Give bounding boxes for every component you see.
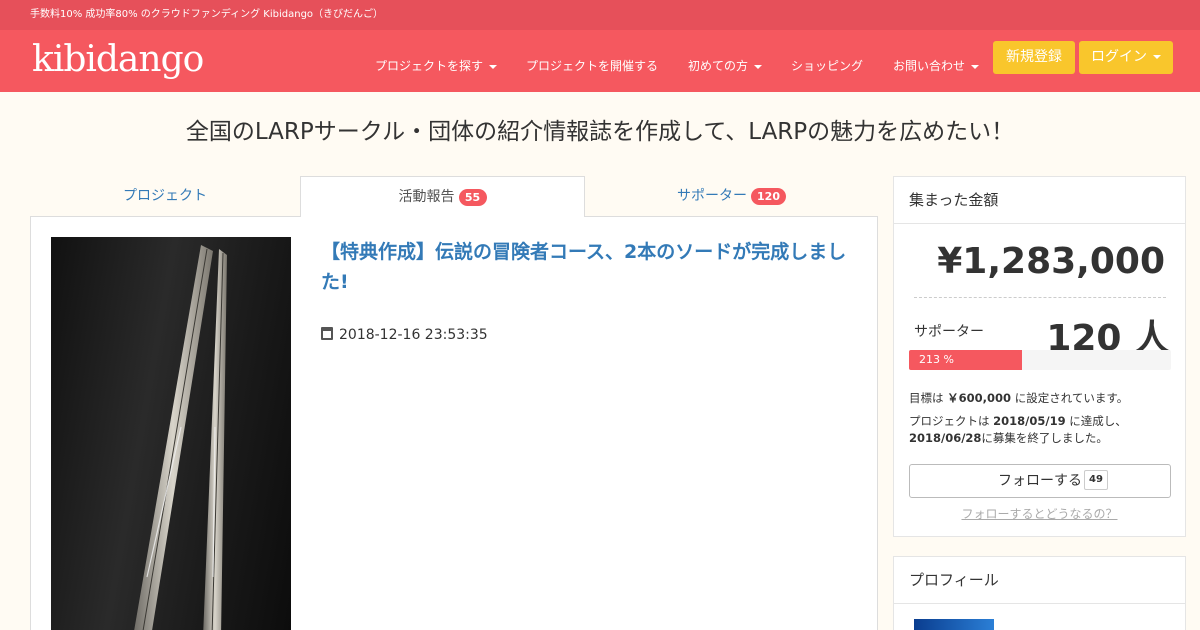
funding-progress-bar: 213 %	[909, 350, 1171, 370]
calendar-icon	[321, 327, 333, 340]
tab-project-label: プロジェクト	[123, 188, 207, 204]
tab-project[interactable]: プロジェクト	[30, 176, 300, 217]
tab-supporters-label: サポーター	[677, 188, 748, 204]
report-title-link[interactable]: 【特典作成】伝説の冒険者コース、2本のソードが完成しました!	[321, 237, 861, 297]
nav-shopping-label: ショッピング	[791, 59, 864, 73]
nav-start-project-label: プロジェクトを開催する	[526, 59, 659, 73]
end-date: 2018/06/28	[909, 431, 982, 445]
goal-prefix: 目標は	[909, 391, 948, 405]
goal-text: 目標は ￥600,000 に設定されています。	[909, 390, 1128, 407]
profile-panel: プロフィール	[893, 556, 1186, 630]
caret-down-icon	[754, 64, 763, 69]
supporter-count-badge: 120	[751, 187, 786, 205]
kibidango-logo[interactable]: kibidango	[32, 36, 204, 84]
report-date-text: 2018-12-16 23:53:35	[339, 327, 488, 343]
tab-supporters[interactable]: サポーター 120	[585, 176, 878, 217]
caret-down-icon	[489, 64, 498, 69]
sword-photo[interactable]	[51, 237, 291, 630]
nav-find-projects[interactable]: プロジェクトを探す	[375, 30, 498, 92]
divider	[914, 297, 1166, 298]
funding-summary-panel: 集まった金額 ¥1,283,000 サポーター 120 人 213 % 目標は …	[893, 176, 1186, 537]
tab-activity-reports-label: 活動報告	[398, 189, 455, 205]
caret-down-icon	[971, 64, 980, 69]
profile-heading: プロフィール	[894, 557, 1185, 604]
nav-shopping[interactable]: ショッピング	[791, 30, 863, 92]
goal-amount: ￥600,000	[947, 391, 1012, 405]
login-button[interactable]: ログイン	[1079, 41, 1173, 74]
project-title: 全国のLARPサークル・団体の紹介情報誌を作成して、LARPの魅力を広めたい！	[185, 119, 1015, 145]
goal-suffix: に設定されています。	[1011, 391, 1129, 405]
achieved-suffix: に達成し、	[1065, 414, 1127, 428]
tab-activity-reports[interactable]: 活動報告 55	[300, 176, 585, 217]
end-suffix: に募集を終了しました。	[981, 431, 1108, 445]
funding-heading: 集まった金額	[894, 177, 1185, 224]
nav-first-time-label: 初めての方	[688, 59, 749, 73]
sword-photo-graphic	[134, 245, 227, 630]
caret-down-icon	[1153, 55, 1161, 59]
nav-first-time[interactable]: 初めての方	[688, 30, 763, 92]
follow-button[interactable]: フォローする	[909, 464, 1171, 498]
supporter-label: サポーター	[914, 324, 984, 340]
main-navbar: kibidango プロジェクトを探す プロジェクトを開催する 初めての方 ショ…	[0, 30, 1200, 92]
activity-report-panel: 【特典作成】伝説の冒険者コース、2本のソードが完成しました! 2018-12-1…	[30, 216, 878, 630]
nav-start-project[interactable]: プロジェクトを開催する	[526, 30, 658, 92]
profile-avatar[interactable]	[914, 619, 994, 630]
login-button-label: ログイン	[1091, 49, 1147, 65]
period-text: プロジェクトは 2018/05/19 に達成し、 2018/06/28に募集を終了…	[909, 413, 1171, 447]
achieved-date: 2018/05/19	[993, 414, 1066, 428]
signup-button-label: 新規登録	[1006, 49, 1062, 65]
follow-count-badge: 49	[1084, 470, 1108, 490]
follow-help-link[interactable]: フォローするとどうなるの？	[894, 505, 1185, 522]
signup-button[interactable]: 新規登録	[993, 41, 1075, 74]
follow-button-label: フォローする	[998, 473, 1082, 489]
nav-contact-label: お問い合わせ	[893, 59, 966, 73]
activity-count-badge: 55	[458, 188, 487, 206]
nav-contact[interactable]: お問い合わせ	[893, 30, 980, 92]
nav-find-projects-label: プロジェクトを探す	[375, 59, 484, 73]
report-date: 2018-12-16 23:53:35	[321, 327, 488, 343]
top-info-bar: 手数料10% 成功率80% のクラウドファンディング Kibidango（きびだ…	[0, 0, 1200, 30]
top-info-text: 手数料10% 成功率80% のクラウドファンディング Kibidango（きびだ…	[30, 9, 384, 20]
achieved-prefix: プロジェクトは	[909, 414, 994, 428]
funding-progress-fill: 213 %	[909, 350, 1022, 370]
raised-amount: ¥1,283,000	[937, 241, 1165, 282]
